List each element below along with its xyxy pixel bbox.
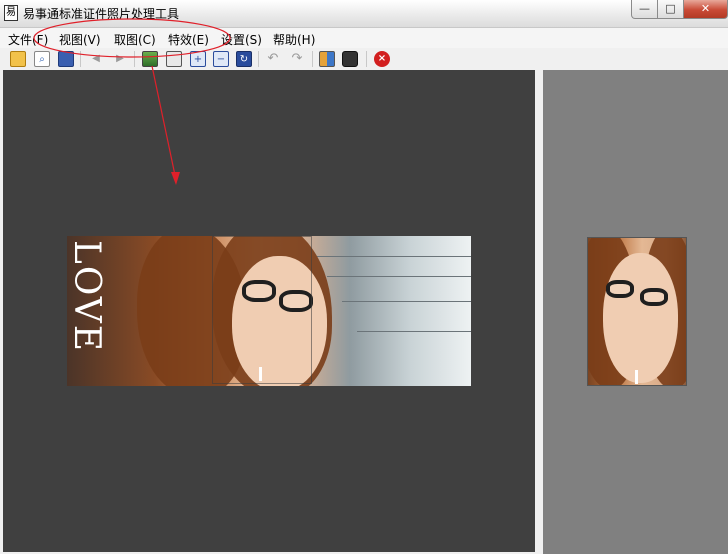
crop-marker [635,370,638,384]
crop-frame[interactable] [212,236,312,384]
toolbar-separator [258,51,259,67]
camera-icon[interactable] [342,51,358,67]
glasses-lens [606,280,634,298]
refresh-icon[interactable]: ↻ [236,51,252,67]
toolbar-separator [312,51,313,67]
toolbar-separator [80,51,81,67]
exit-icon[interactable]: × [374,51,390,67]
menu-capture[interactable]: 取图(C) [114,31,156,48]
toolbar-separator [134,51,135,67]
toolbar-separator [366,51,367,67]
forward-arrow-icon[interactable]: ▶ [112,51,128,67]
window-title: 易事通标准证件照片处理工具 [23,7,180,21]
preview-icon[interactable]: ⌕ [34,51,50,67]
menu-settings[interactable]: 设置(S) [221,31,262,48]
ceiling-line [342,301,471,302]
redo-icon[interactable]: ↷ [289,51,305,67]
save-icon[interactable] [58,51,74,67]
menu-help[interactable]: 帮助(H) [273,31,315,48]
people-icon[interactable] [319,51,335,67]
crop-marker[interactable] [259,367,262,381]
panel-divider[interactable] [535,70,543,554]
zoom-in-icon[interactable]: + [190,51,206,67]
ceiling-line [317,256,471,257]
glasses-lens [640,288,668,306]
close-button[interactable]: ✕ [683,0,728,19]
image-icon[interactable] [142,51,158,67]
back-arrow-icon[interactable]: ◀ [88,51,104,67]
cropped-preview-photo [587,237,687,386]
menu-bar: 文件(F) 视图(V) 取图(C) 特效(E) 设置(S) 帮助(H) [0,28,728,49]
zoom-out-icon[interactable]: − [213,51,229,67]
ceiling-line [357,331,471,332]
minimize-button[interactable]: — [631,0,658,19]
maximize-button[interactable]: □ [657,0,684,19]
title-bar: 易 易事通标准证件照片处理工具 — □ ✕ [0,0,728,28]
app-icon: 易 [4,5,18,21]
love-overlay-text: LOVE [67,240,107,354]
undo-icon[interactable]: ↶ [265,51,281,67]
menu-effects[interactable]: 特效(E) [168,31,209,48]
menu-view[interactable]: 视图(V) [59,31,101,48]
ceiling-line [327,276,471,277]
book-icon[interactable] [166,51,182,67]
open-folder-icon[interactable] [10,51,26,67]
toolbar: ⌕ ◀ ▶ + − ↻ ↶ ↷ × [0,48,728,70]
face-shape [603,253,678,383]
menu-file[interactable]: 文件(F) [8,31,48,48]
